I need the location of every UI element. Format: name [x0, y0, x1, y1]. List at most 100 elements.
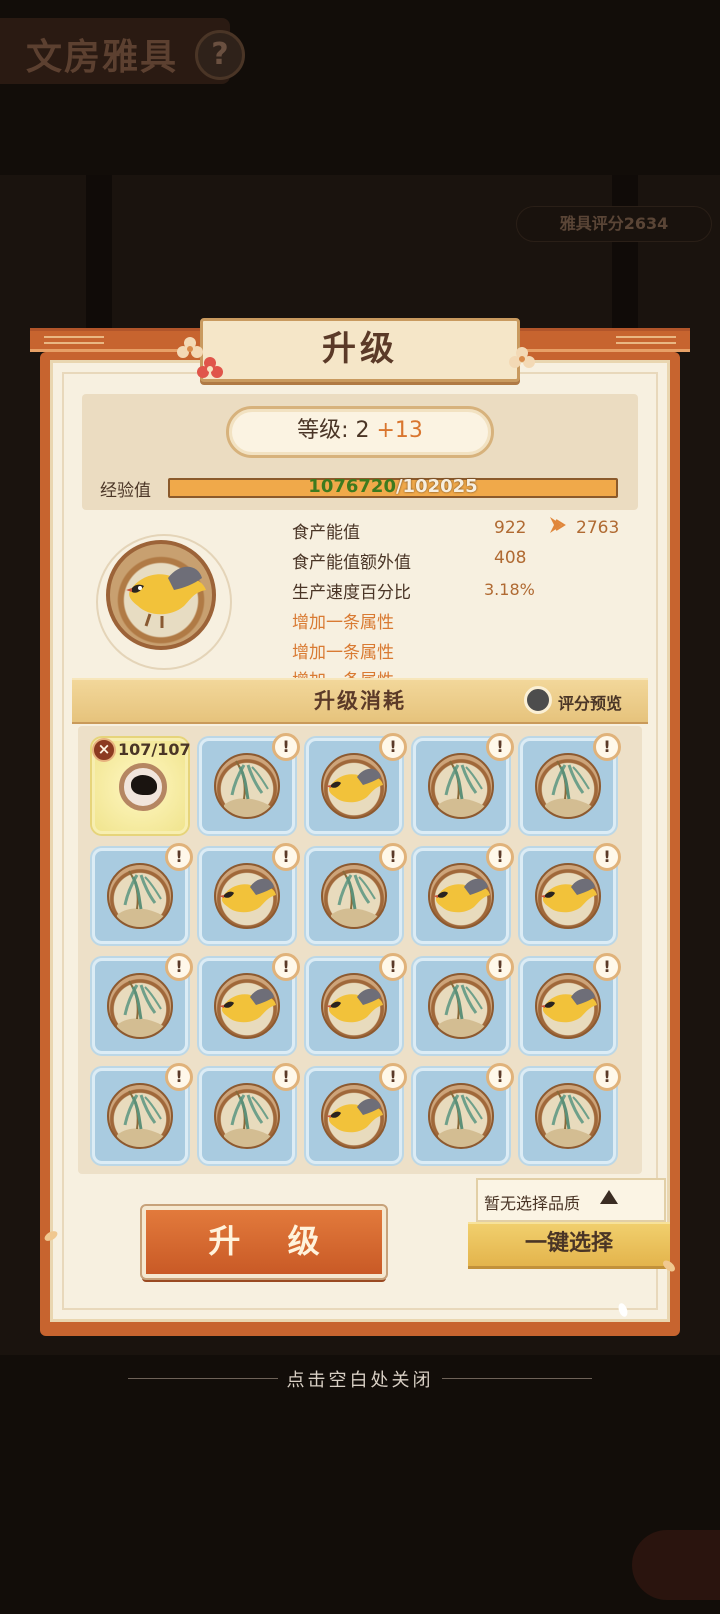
quality-dropdown-label[interactable]: 暂无选择品质	[484, 1190, 580, 1214]
info-badge-icon[interactable]: !	[272, 843, 300, 871]
info-badge-icon[interactable]: !	[272, 733, 300, 761]
info-badge-icon[interactable]: !	[379, 843, 407, 871]
dialog-title: 升级	[322, 329, 398, 369]
stat-label: 食产能值额外值	[292, 553, 411, 573]
material-slot[interactable]: !	[413, 1063, 514, 1164]
willow-icon	[224, 760, 272, 817]
material-disc	[107, 863, 173, 929]
stat-value: 3.18%	[484, 580, 535, 599]
material-slot[interactable]: !	[92, 1063, 193, 1164]
material-disc	[214, 973, 280, 1039]
info-badge-icon[interactable]: !	[593, 953, 621, 981]
material-disc	[321, 863, 387, 929]
material-disc	[428, 973, 494, 1039]
info-badge-icon[interactable]: !	[486, 1063, 514, 1091]
material-disc	[321, 973, 387, 1039]
info-badge-icon[interactable]: !	[486, 733, 514, 761]
willow-icon	[117, 1090, 165, 1147]
material-slot[interactable]: !	[520, 733, 621, 834]
material-slot[interactable]: !	[306, 843, 407, 944]
material-disc	[321, 753, 387, 819]
material-disc	[428, 1083, 494, 1149]
score-preview-toggle[interactable]	[524, 686, 552, 714]
oriole-icon	[326, 1098, 383, 1133]
material-slot[interactable]: !	[306, 953, 407, 1054]
page-title: 文房雅具	[26, 36, 179, 78]
material-slot[interactable]: !	[413, 953, 514, 1054]
material-disc	[535, 863, 601, 929]
material-disc	[535, 1083, 601, 1149]
material-slot[interactable]: !	[520, 953, 621, 1054]
remove-icon[interactable]: ×	[92, 738, 116, 762]
stat-next-value: 2763	[576, 518, 620, 538]
score-preview-label[interactable]: 评分预览	[558, 690, 622, 714]
oriole-icon	[219, 988, 276, 1023]
material-slot[interactable]: !	[199, 1063, 300, 1164]
material-slot[interactable]: !	[306, 733, 407, 834]
oriole-icon	[540, 988, 597, 1023]
material-slot[interactable]: !	[520, 843, 621, 944]
willow-icon	[224, 1090, 272, 1147]
info-badge-icon[interactable]: !	[379, 953, 407, 981]
material-disc	[428, 753, 494, 819]
oriole-icon	[433, 878, 490, 913]
willow-icon	[117, 980, 165, 1037]
caret-up-icon[interactable]	[600, 1190, 618, 1204]
oriole-icon	[326, 988, 383, 1023]
willow-icon	[545, 760, 593, 817]
info-badge-icon[interactable]: !	[593, 1063, 621, 1091]
info-badge-icon[interactable]: !	[486, 843, 514, 871]
stat-value: 408	[494, 548, 527, 568]
bonus-attribute: 增加一条属性	[292, 613, 394, 633]
score-badge: 雅具评分2634	[516, 206, 712, 242]
close-hint[interactable]: 点击空白处关闭	[0, 1366, 720, 1392]
info-badge-icon[interactable]: !	[379, 1063, 407, 1091]
info-badge-icon[interactable]: !	[272, 953, 300, 981]
item-avatar	[106, 540, 216, 650]
info-badge-icon[interactable]: !	[379, 733, 407, 761]
rail-ornament	[44, 336, 104, 344]
arrow-right-icon	[550, 517, 566, 533]
info-badge-icon[interactable]: !	[272, 1063, 300, 1091]
willow-icon	[438, 980, 486, 1037]
material-disc	[214, 863, 280, 929]
bird-silhouette-icon	[131, 775, 157, 795]
level-display: 等级: 2 +13	[297, 418, 423, 443]
info-badge-icon[interactable]: !	[593, 843, 621, 871]
corner-button	[632, 1530, 720, 1600]
material-disc	[535, 753, 601, 819]
exp-label: 经验值	[100, 481, 151, 501]
material-slot[interactable]: !	[92, 953, 193, 1054]
material-disc	[535, 973, 601, 1039]
info-badge-icon[interactable]: !	[165, 843, 193, 871]
material-slot[interactable]: !	[520, 1063, 621, 1164]
material-disc	[214, 753, 280, 819]
material-slot[interactable]: !	[306, 1063, 407, 1164]
info-badge-icon[interactable]: !	[165, 1063, 193, 1091]
info-badge-icon[interactable]: !	[165, 953, 193, 981]
help-icon: ?	[195, 30, 245, 80]
material-slot[interactable]: !	[413, 843, 514, 944]
bonus-attribute: 增加一条属性	[292, 666, 394, 678]
oriole-icon	[540, 878, 597, 913]
oriole-icon	[219, 878, 276, 913]
material-slot[interactable]: !	[199, 733, 300, 834]
material-slot[interactable]: !	[199, 843, 300, 944]
flower-ornament-icon	[197, 357, 223, 378]
oriole-icon	[326, 768, 383, 803]
willow-icon	[438, 760, 486, 817]
willow-icon	[545, 1090, 593, 1147]
oriole-icon	[126, 566, 206, 628]
material-disc	[107, 1083, 173, 1149]
stat-label: 食产能值	[292, 523, 360, 543]
material-slot[interactable]: !	[413, 733, 514, 834]
upgrade-button-label[interactable]: 升 级	[142, 1206, 386, 1278]
willow-icon	[438, 1090, 486, 1147]
one-click-select-label[interactable]: 一键选择	[468, 1222, 670, 1266]
material-slot[interactable]: !	[199, 953, 300, 1054]
material-slot[interactable]: !	[92, 843, 193, 944]
info-badge-icon[interactable]: !	[486, 953, 514, 981]
willow-icon	[117, 870, 165, 927]
material-count: 107/107	[118, 740, 191, 759]
info-badge-icon[interactable]: !	[593, 733, 621, 761]
